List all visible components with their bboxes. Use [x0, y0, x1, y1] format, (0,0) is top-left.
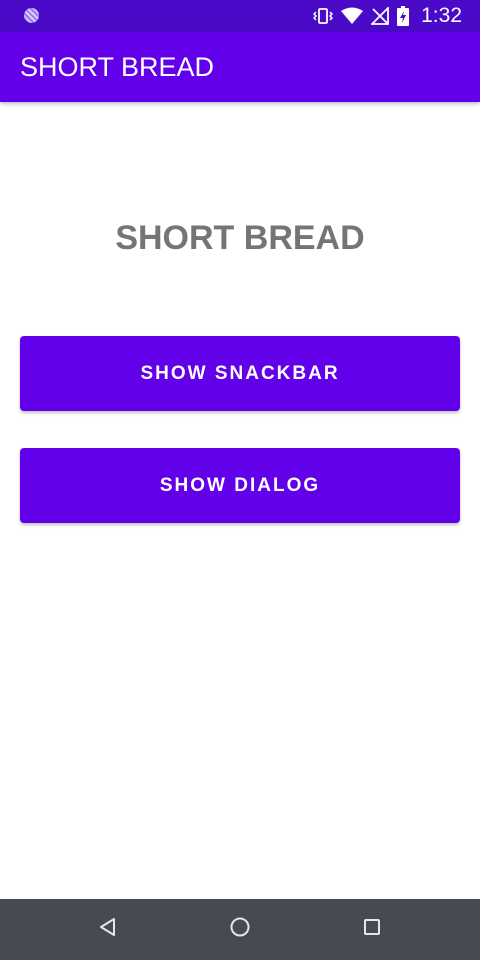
no-signal-icon [371, 7, 390, 25]
app-title: SHORT BREAD [20, 52, 215, 82]
navigation-bar [0, 899, 480, 960]
page-heading: SHORT BREAD [115, 219, 365, 257]
status-time: 1:32 [421, 4, 462, 27]
recents-icon [362, 917, 382, 942]
wifi-icon [341, 7, 364, 25]
vibrate-icon [313, 7, 334, 25]
notification-dot-icon [24, 8, 39, 23]
home-button[interactable] [200, 899, 280, 960]
back-button[interactable] [68, 899, 148, 960]
show-snackbar-button[interactable]: SHOW SNACKBAR [20, 336, 460, 411]
screen: 1:32 SHORT BREAD SHORT BREAD SHOW SNACKB… [0, 0, 480, 960]
home-icon [229, 916, 251, 943]
status-bar: 1:32 [0, 0, 480, 32]
back-icon [98, 917, 118, 942]
show-dialog-button[interactable]: SHOW DIALOG [20, 448, 460, 523]
app-bar: SHORT BREAD [0, 32, 480, 102]
recents-button[interactable] [332, 899, 412, 960]
battery-charging-icon [397, 6, 410, 26]
status-icons: 1:32 [313, 0, 462, 32]
